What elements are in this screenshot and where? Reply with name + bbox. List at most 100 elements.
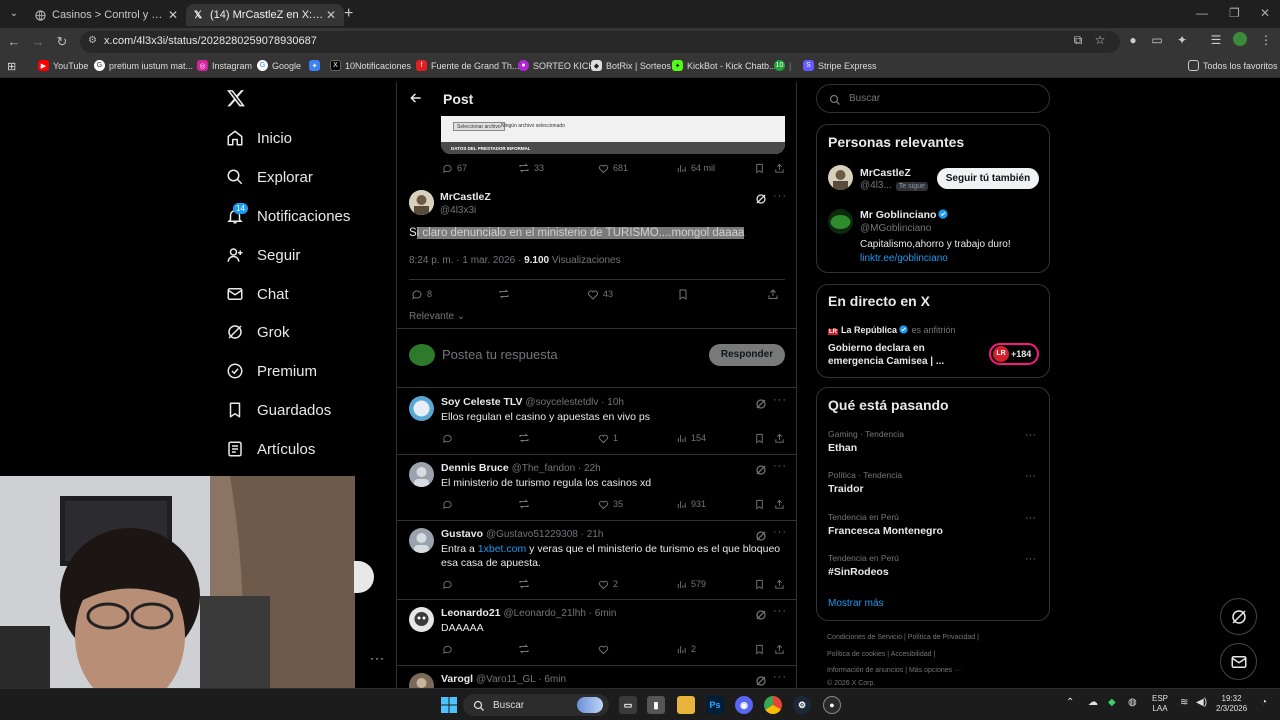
back-arrow-icon[interactable] (409, 91, 425, 107)
bookmark-google[interactable]: G Google (257, 60, 301, 71)
nav-item-grok[interactable]: Grok (226, 320, 290, 344)
avatar[interactable] (409, 673, 434, 688)
like-action[interactable]: 2 (597, 578, 618, 590)
share-action[interactable] (773, 578, 789, 590)
reply-input[interactable]: Postea tu respuesta (442, 347, 558, 362)
grok-icon[interactable] (755, 608, 767, 620)
follow-button[interactable]: Seguir tú también (937, 168, 1039, 189)
bookmark-action[interactable] (753, 432, 769, 444)
avatar[interactable] (409, 396, 434, 421)
menu-kebab-icon[interactable]: ⋮ (1259, 33, 1273, 47)
grok-icon[interactable] (755, 463, 767, 475)
avatar[interactable] (409, 190, 434, 215)
views-action[interactable]: 931 (675, 498, 706, 510)
author-handle[interactable]: @4l3x3i (440, 205, 476, 216)
more-options-icon[interactable]: ··· (1025, 470, 1036, 482)
person-name[interactable]: Mr Goblinciano (860, 209, 949, 221)
share-action[interactable] (773, 162, 789, 174)
grok-icon[interactable] (755, 397, 767, 409)
bookmark-action[interactable] (753, 498, 769, 510)
reply-action[interactable] (441, 432, 457, 444)
share-action[interactable] (773, 643, 789, 655)
grok-icon[interactable] (755, 529, 767, 541)
like-action[interactable] (597, 643, 613, 655)
avatar[interactable] (409, 607, 434, 632)
network-icon[interactable]: ◍ (1128, 698, 1137, 708)
share-action[interactable] (773, 432, 789, 444)
avatar[interactable] (828, 209, 853, 234)
footer-links[interactable]: Política de cookies | Accesibilidad | (827, 651, 935, 658)
restore-icon[interactable]: ❐ (1229, 6, 1240, 20)
file-explorer-icon[interactable] (677, 696, 695, 714)
current-user-avatar[interactable] (409, 344, 435, 366)
person-name[interactable]: MrCastleZ (860, 167, 911, 179)
show-more-link[interactable]: Mostrar más (828, 598, 884, 609)
author-name[interactable]: MrCastleZ (440, 191, 491, 203)
bookmark-10[interactable]: 10 | (774, 60, 791, 71)
discord-icon[interactable]: ◉ (735, 696, 753, 714)
grok-icon[interactable] (755, 674, 767, 686)
footer-links[interactable]: Condiciones de Servicio | Política de Pr… (827, 634, 979, 641)
steam-icon[interactable]: ⚙ (793, 696, 811, 714)
messages-fab-button[interactable] (1220, 643, 1257, 680)
live-audience-pill[interactable]: LR +184 (989, 343, 1039, 365)
views-action[interactable]: 2 (675, 643, 696, 655)
reply-tweet[interactable]: Gustavo @Gustavo51229308 · 21h ··· Entra… (397, 520, 796, 599)
bookmark-botrix[interactable]: ◆ BotRix | Sorteos (591, 60, 671, 71)
views-action[interactable]: 154 (675, 432, 706, 444)
bookmark-action[interactable] (677, 288, 693, 300)
x-logo-icon[interactable] (226, 88, 246, 108)
nav-item-premium[interactable]: Premium (226, 359, 317, 383)
close-window-icon[interactable]: ✕ (1260, 6, 1270, 20)
clock[interactable]: 19:32 2/3/2026 (1216, 694, 1247, 714)
like-action[interactable]: 681 (597, 162, 628, 174)
bookmark-youtube[interactable]: ▶ YouTube (38, 60, 88, 71)
more-options-icon[interactable]: ··· (1025, 553, 1036, 565)
reply-action[interactable]: 67 (441, 162, 467, 174)
reply-button[interactable]: Responder (709, 344, 785, 366)
repost-action[interactable]: 33 (518, 162, 544, 174)
views-action[interactable]: 579 (675, 578, 706, 590)
author-name[interactable]: Soy Celeste TLV @soycelestetdlv · 10h (441, 396, 624, 408)
like-action[interactable]: 35 (597, 498, 623, 510)
taskbar-search[interactable]: Buscar (463, 694, 609, 716)
bookmark-grand-theft[interactable]: f Fuente de Grand Th... (416, 60, 519, 71)
bookmark-app[interactable]: ✦ (309, 60, 324, 71)
close-icon[interactable]: ✕ (324, 8, 338, 22)
task-view-icon[interactable]: ▭ (619, 696, 637, 714)
reply-tweet[interactable]: Varogl @Varo11_GL · 6min ··· (397, 665, 796, 688)
views-action[interactable]: 64 mil (675, 162, 715, 174)
extension-icon[interactable]: ● (1126, 33, 1140, 47)
repost-action[interactable] (498, 288, 514, 300)
bookmark-sorteo-kick[interactable]: ● SORTEO KICK (518, 60, 594, 71)
like-action[interactable]: 1 (597, 432, 618, 444)
cloud-icon[interactable]: ☁ (1088, 698, 1098, 708)
more-options-icon[interactable]: ··· (773, 460, 787, 472)
reply-action[interactable] (441, 498, 457, 510)
reading-list-icon[interactable]: ☰ (1209, 33, 1223, 47)
more-options-icon[interactable]: ··· (773, 671, 787, 683)
like-action[interactable]: 43 (587, 288, 613, 300)
address-bar[interactable]: ⚙ x.com/4l3x3i/status/202828025907893068… (80, 31, 1120, 53)
repost-action[interactable] (518, 498, 534, 510)
nav-item-articulos[interactable]: Artículos (226, 437, 315, 461)
more-options-icon[interactable]: ··· (773, 605, 787, 617)
author-name[interactable]: Leonardo21 @Leonardo_21lhh · 6min (441, 607, 616, 619)
more-options-icon[interactable]: ··· (773, 394, 787, 406)
author-name[interactable]: Gustavo @Gustavo51229308 · 21h (441, 528, 603, 540)
nav-item-notificaciones[interactable]: 14 Notificaciones (226, 203, 350, 228)
browser-tab[interactable]: Casinos > Control y Sanción > ✕ (28, 4, 186, 26)
bookmark-action[interactable] (753, 578, 769, 590)
more-options-icon[interactable]: ··· (370, 651, 385, 665)
repost-action[interactable] (518, 578, 534, 590)
reply-tweet[interactable]: Dennis Bruce @The_fandon · 22h ··· El mi… (397, 454, 796, 520)
bookmark-pretium[interactable]: Gpretium iustum mat... (94, 60, 193, 71)
bookmark-kickbot[interactable]: ✦ KickBot - Kick Chatb... (672, 60, 777, 71)
browser-tab-active[interactable]: 𝕏 (14) MrCastleZ en X: "@MGobl ✕ (186, 4, 344, 26)
new-tab-plus-icon[interactable]: + (344, 5, 353, 23)
chrome-icon[interactable] (764, 696, 782, 714)
back-icon[interactable]: ← (5, 33, 23, 51)
author-name[interactable]: Dennis Bruce @The_fandon · 22h (441, 462, 601, 474)
site-info-icon[interactable]: ⚙ (88, 35, 100, 47)
repost-action[interactable] (518, 432, 534, 444)
